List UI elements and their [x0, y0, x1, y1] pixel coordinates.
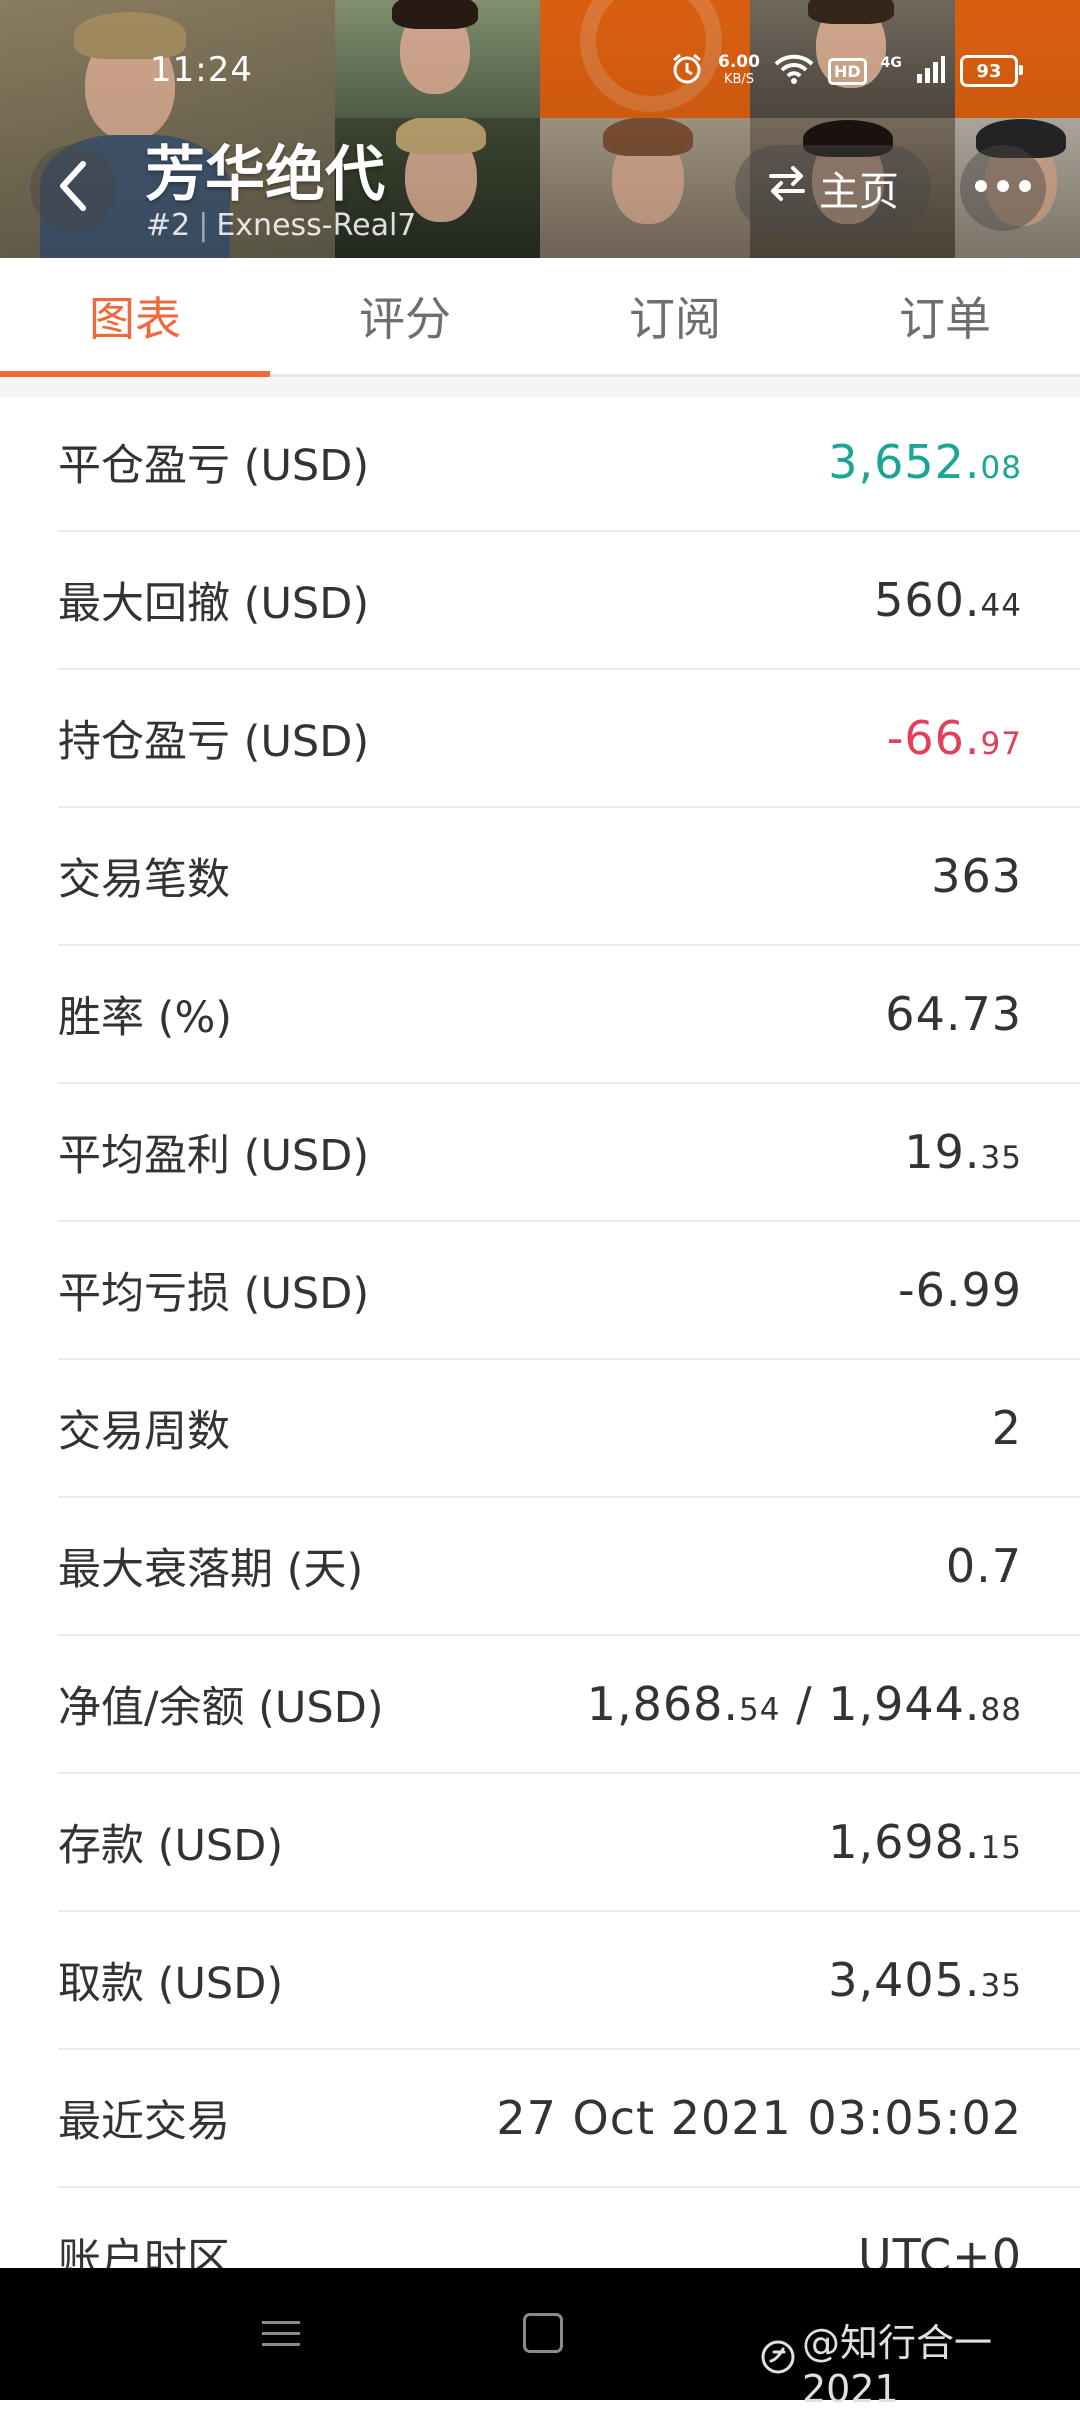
stat-label: 最大衰落期 (天): [58, 1545, 364, 1595]
battery-icon: 93: [959, 55, 1023, 87]
stat-value: 560.44: [874, 573, 1022, 627]
tab-chart[interactable]: 图表: [0, 258, 270, 377]
stat-label: 平均亏损 (USD): [58, 1269, 370, 1319]
status-icons: 6.00 KB/S HD 4G 93: [670, 50, 1023, 92]
stat-label: 净值/余额 (USD): [58, 1683, 384, 1733]
stat-value-int: 3,405.: [828, 1953, 981, 2007]
status-bar: 11:24 6.00 KB/S HD 4G 93: [0, 0, 1080, 100]
swap-arrows-icon: [767, 163, 807, 213]
stat-value: 64.73: [885, 987, 1022, 1041]
stat-value: -6.99: [897, 1263, 1022, 1317]
stat-value-int: 1,698.: [828, 1815, 981, 1869]
stat-value-dec: 35: [980, 1968, 1022, 2004]
alarm-icon: [670, 52, 704, 90]
stat-value-int: 1,868.: [586, 1677, 740, 1731]
subtitle-divider: |: [198, 208, 209, 243]
battery-level: 93: [976, 60, 1002, 82]
more-dots-icon: [973, 178, 1033, 198]
watermark: @知行合一2021: [760, 2312, 1080, 2411]
tab-bar: 图表 评分 订阅 订单: [0, 258, 1080, 377]
server-label: Exness-Real7: [216, 208, 417, 243]
system-navigation-bar: @知行合一2021: [0, 2268, 1080, 2411]
zhihu-logo-icon: [760, 2339, 796, 2384]
stat-value: 1,698.15: [828, 1815, 1022, 1869]
stat-label: 持仓盈亏 (USD): [58, 717, 370, 767]
status-time: 11:24: [150, 50, 253, 90]
stat-row-trade-count: 交易笔数 363: [58, 808, 1080, 946]
stat-value: 2: [991, 1401, 1022, 1455]
stat-label: 最近交易: [58, 2097, 230, 2147]
wifi-icon: [774, 53, 814, 89]
stat-value: 1,868.54 / 1,944.88: [587, 1677, 1022, 1731]
stat-row-avg-loss: 平均亏损 (USD) -6.99: [58, 1222, 1080, 1360]
stat-row-max-drawdown: 最大回撤 (USD) 560.44: [58, 532, 1080, 670]
watermark-text: @知行合一2021: [802, 2321, 993, 2411]
stat-value-int-2: / 1,944.: [780, 1677, 981, 1731]
stat-row-open-pnl: 持仓盈亏 (USD) -66.97: [58, 670, 1080, 808]
stat-label: 胜率 (%): [58, 993, 233, 1043]
account-subtitle: #2 | Exness-Real7: [146, 208, 416, 243]
stat-value: 19.35: [904, 1125, 1022, 1179]
stat-value-dec: 35: [980, 1140, 1022, 1176]
stat-value-dec: 44: [980, 588, 1022, 624]
page-title: 芳华绝代: [145, 140, 385, 210]
more-button[interactable]: [960, 145, 1046, 231]
home-square-icon[interactable]: [523, 2313, 563, 2353]
stat-value-dec-2: 88: [980, 1692, 1022, 1728]
tab-subscribe[interactable]: 订阅: [540, 258, 810, 374]
stat-row-deposits: 存款 (USD) 1,698.15: [58, 1774, 1080, 1912]
network-speed: 6.00 KB/S: [718, 54, 760, 88]
home-button[interactable]: 主页: [735, 145, 931, 231]
stat-row-avg-profit: 平均盈利 (USD) 19.35: [58, 1084, 1080, 1222]
tab-rating[interactable]: 评分: [270, 258, 540, 374]
stat-label: 平仓盈亏 (USD): [58, 441, 370, 491]
stat-value-int: 3,652.: [828, 435, 981, 489]
home-button-label: 主页: [819, 169, 899, 215]
stat-label: 最大回撤 (USD): [58, 579, 370, 629]
stat-row-win-rate: 胜率 (%) 64.73: [58, 946, 1080, 1084]
stat-row-last-trade: 最近交易 27 Oct 2021 03:05:02: [58, 2050, 1080, 2188]
tab-orders[interactable]: 订单: [810, 258, 1080, 374]
stat-label: 存款 (USD): [58, 1821, 284, 1871]
stat-value: -66.97: [887, 711, 1022, 765]
stat-value-int: 560.: [874, 573, 981, 627]
chevron-left-icon: [55, 160, 91, 216]
network-speed-value: 6.00: [718, 52, 760, 72]
recent-apps-icon[interactable]: [262, 2313, 300, 2351]
stat-label: 取款 (USD): [58, 1959, 284, 2009]
stat-value-int: 19.: [904, 1125, 981, 1179]
stat-value: 363: [931, 849, 1022, 903]
profile-header: 11:24 6.00 KB/S HD 4G 93 芳华绝代 #2 | Exnes…: [0, 0, 1080, 258]
stat-value: 27 Oct 2021 03:05:02: [496, 2091, 1022, 2145]
stat-row-withdrawals: 取款 (USD) 3,405.35: [58, 1912, 1080, 2050]
stat-value: 3,405.35: [828, 1953, 1022, 2007]
stat-value-dec: 54: [739, 1692, 781, 1728]
stat-label: 交易周数: [58, 1407, 230, 1457]
stat-row-trading-weeks: 交易周数 2: [58, 1360, 1080, 1498]
network-type: 4G: [880, 55, 902, 71]
hd-badge: HD: [827, 57, 867, 85]
stat-value-int: -66.: [886, 711, 981, 765]
stat-label: 交易笔数: [58, 855, 230, 905]
network-speed-unit: KB/S: [723, 72, 755, 87]
signal-icon: [916, 54, 946, 88]
stat-value-dec: 15: [980, 1830, 1022, 1866]
stat-row-equity-balance: 净值/余额 (USD) 1,868.54 / 1,944.88: [58, 1636, 1080, 1774]
rank-label: #2: [146, 208, 191, 243]
stat-value: 3,652.08: [828, 435, 1022, 489]
stat-value-dec: 08: [980, 450, 1022, 486]
back-button[interactable]: [30, 145, 116, 231]
stats-list: 平仓盈亏 (USD) 3,652.08 最大回撤 (USD) 560.44 持仓…: [0, 394, 1080, 2326]
stat-row-max-decline-period: 最大衰落期 (天) 0.7: [58, 1498, 1080, 1636]
stat-row-closed-pnl: 平仓盈亏 (USD) 3,652.08: [58, 394, 1080, 532]
stat-value: 0.7: [945, 1539, 1022, 1593]
stat-label: 平均盈利 (USD): [58, 1131, 370, 1181]
stat-value-dec: 97: [980, 726, 1022, 762]
